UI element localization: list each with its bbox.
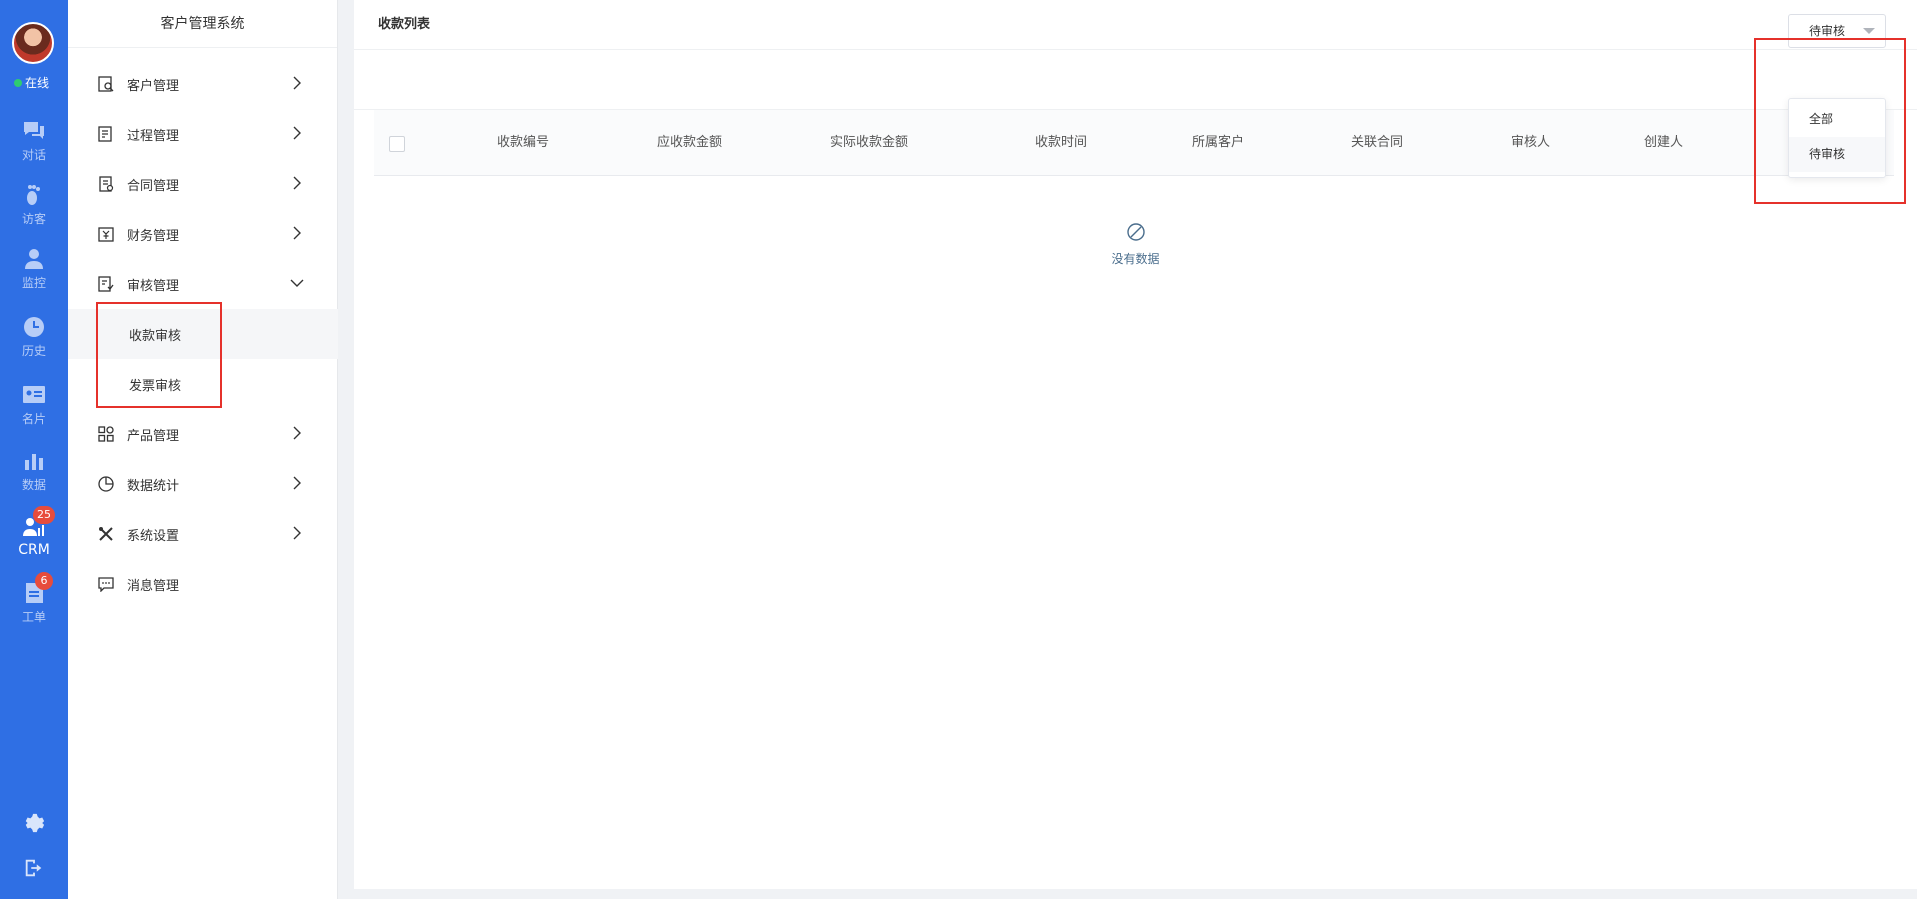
column-header[interactable]: 审核人 — [1511, 110, 1550, 176]
column-header[interactable]: 关联合同 — [1351, 110, 1403, 176]
rail-item-label: 访客 — [21, 212, 46, 226]
online-dot-icon — [14, 78, 22, 87]
column-header[interactable]: 收款编号 — [497, 110, 549, 176]
sidebar-item-label: 合同管理 — [127, 178, 180, 194]
customer-icon — [98, 76, 114, 92]
chevron-right-icon — [293, 126, 301, 140]
sidebar-item-statistics[interactable]: 数据统计 — [68, 459, 338, 509]
rail-item-label: 数据 — [21, 478, 46, 492]
sidebar-item-label: 系统设置 — [127, 528, 180, 544]
sidebar-item-customer[interactable]: 客户管理 — [68, 59, 338, 109]
logout-icon — [25, 859, 42, 877]
rail-item-monitor[interactable]: 监控 — [0, 248, 68, 291]
empty-text: 没有数据 — [1111, 252, 1160, 266]
footprint-icon — [27, 185, 40, 205]
column-header[interactable]: 收款时间 — [1035, 110, 1087, 176]
rail-item-label: 对话 — [21, 148, 46, 162]
left-rail: 在线 对话 访客 监控 历史 名片 数据 CRM 25 工单 6 — [0, 0, 68, 899]
audit-icon — [98, 276, 114, 292]
select-all-checkbox[interactable] — [389, 136, 405, 152]
rail-item-label: 名片 — [21, 412, 46, 426]
gear-icon — [25, 813, 45, 833]
rail-item-history[interactable]: 历史 — [0, 316, 68, 359]
rail-item-label: 工单 — [21, 610, 46, 624]
sidebar-item-label: 数据统计 — [127, 478, 180, 494]
rail-item-ticket[interactable]: 工单 — [0, 582, 68, 625]
clock-icon — [24, 317, 44, 337]
settings-button[interactable] — [0, 812, 68, 838]
toolbar — [354, 50, 1917, 110]
rail-item-label: 监控 — [21, 276, 46, 290]
sidebar-item-finance[interactable]: 财务管理 — [68, 209, 338, 259]
page-title: 收款列表 — [354, 0, 1917, 50]
annotation-box-submenu — [96, 302, 222, 408]
sidebar-item-message[interactable]: 消息管理 — [68, 559, 338, 609]
sidebar-item-settings[interactable]: 系统设置 — [68, 509, 338, 559]
finance-icon — [98, 227, 114, 242]
chat-icon — [24, 122, 44, 139]
tools-icon — [99, 527, 113, 541]
user-avatar[interactable] — [12, 22, 54, 64]
process-icon — [98, 126, 112, 142]
sidebar-item-product[interactable]: 产品管理 — [68, 409, 338, 459]
sidebar-item-label: 财务管理 — [127, 228, 180, 244]
status-filter-value: 待审核 — [1809, 24, 1846, 38]
monitor-icon — [25, 249, 43, 269]
chevron-right-icon — [293, 176, 301, 190]
contract-icon — [99, 176, 114, 192]
chevron-right-icon — [293, 526, 301, 540]
annotation-box-filter — [1754, 38, 1906, 204]
sidebar-item-label: 产品管理 — [127, 428, 180, 444]
message-icon — [98, 577, 114, 592]
chevron-right-icon — [293, 426, 301, 440]
crm-badge: 25 — [33, 506, 55, 524]
rail-item-card[interactable]: 名片 — [0, 384, 68, 427]
product-icon — [98, 426, 114, 442]
rail-item-label: 历史 — [21, 344, 46, 358]
sidebar-title: 客户管理系统 — [68, 0, 337, 48]
card-icon — [23, 386, 45, 403]
chevron-right-icon — [293, 76, 301, 90]
chevron-right-icon — [293, 476, 301, 490]
table-header: 收款编号 应收款金额 实际收款金额 收款时间 所属客户 关联合同 审核人 创建人 — [374, 110, 1894, 176]
logout-button[interactable] — [0, 857, 68, 883]
rail-item-crm[interactable]: CRM — [0, 516, 68, 558]
sidebar-item-process[interactable]: 过程管理 — [68, 109, 338, 159]
ticket-badge: 6 — [35, 572, 53, 590]
no-data-icon — [1126, 223, 1145, 241]
online-status: 在线 — [14, 74, 49, 91]
chevron-right-icon — [293, 226, 301, 240]
online-status-label: 在线 — [25, 76, 50, 90]
pie-chart-icon — [98, 476, 114, 492]
empty-state: 没有数据 — [354, 222, 1917, 267]
sidebar-item-label: 过程管理 — [127, 128, 180, 144]
column-header[interactable]: 实际收款金额 — [830, 110, 908, 176]
sidebar: 客户管理系统 客户管理 过程管理 合同管理 财务管理 审核管理 收款审核 发票审… — [68, 0, 338, 899]
rail-item-data[interactable]: 数据 — [0, 450, 68, 493]
sidebar-item-contract[interactable]: 合同管理 — [68, 159, 338, 209]
column-header[interactable]: 所属客户 — [1192, 110, 1244, 176]
sidebar-item-label: 审核管理 — [127, 278, 180, 294]
sidebar-item-label: 客户管理 — [127, 78, 180, 94]
sidebar-item-label: 消息管理 — [127, 578, 180, 594]
bar-chart-icon — [25, 454, 43, 470]
rail-item-label: CRM — [18, 542, 50, 558]
rail-item-chat[interactable]: 对话 — [0, 120, 68, 163]
rail-item-visitor[interactable]: 访客 — [0, 184, 68, 227]
column-header[interactable]: 创建人 — [1644, 110, 1683, 176]
chevron-down-icon — [290, 279, 304, 287]
main-panel: 收款列表 待审核 收款编号 应收款金额 实际收款金额 收款时间 所属客户 关联合… — [354, 0, 1917, 889]
caret-down-icon — [1863, 28, 1875, 34]
column-header[interactable]: 应收款金额 — [657, 110, 722, 176]
